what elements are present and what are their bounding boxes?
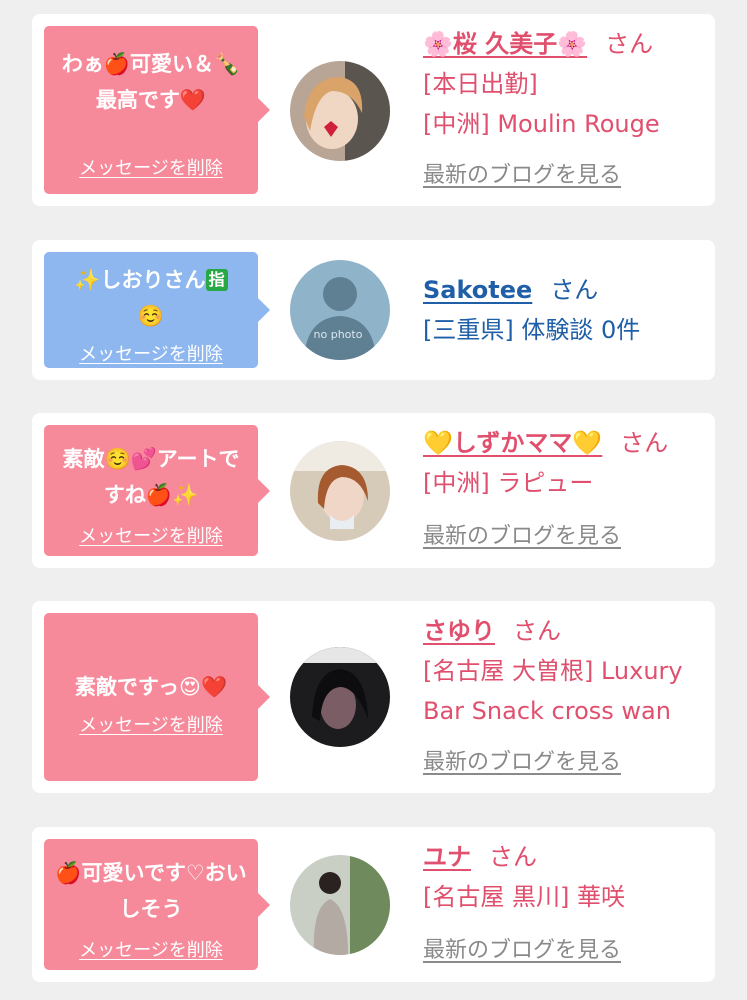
message-text: 🍎可愛いです♡おいしそう xyxy=(55,861,247,921)
shop-text: [中洲] Moulin Rouge xyxy=(423,110,660,138)
name-line: Sakotee さん xyxy=(423,270,707,310)
sender-info: 💛しずかママ💛 さん [中洲] ラピュー 最新のブログを見る xyxy=(423,423,707,557)
delete-message-link[interactable]: メッセージを削除 xyxy=(44,936,258,962)
avatar[interactable] xyxy=(290,441,390,541)
message-bubble: 🍎可愛いです♡おいしそう メッセージを削除 xyxy=(44,839,270,970)
shop-text: [中洲] ラピュー xyxy=(423,469,594,497)
honorific: さん xyxy=(513,617,561,645)
honorific: さん xyxy=(620,429,669,457)
review-count-text: [三重県] 体験談 0件 xyxy=(423,316,641,344)
message-card: 素敵ですっ😍❤️ メッセージを削除 さゆり さん [名古屋 大曽根] Luxury… xyxy=(32,601,715,793)
sender-name-link[interactable]: Sakotee xyxy=(423,276,532,304)
sender-info: Sakotee さん [三重県] 体験談 0件 xyxy=(423,270,707,350)
name-line: 🌸桜 久美子🌸 さん xyxy=(423,24,707,64)
message-card: 🍎可愛いです♡おいしそう メッセージを削除 ユナ さん [名古屋 黒川] 華咲 最… xyxy=(32,827,715,982)
message-card: わぁ🍎可愛い＆🍾最高です❤️ メッセージを削除 🌸桜 久美子🌸 さん [本日出勤]… xyxy=(32,14,715,206)
honorific: さん xyxy=(489,843,537,871)
message-bubble: 素敵ですっ😍❤️ メッセージを削除 xyxy=(44,613,270,781)
message-bubble: ✨しおりさん指 ☺️ メッセージを削除 xyxy=(44,252,270,368)
honorific: さん xyxy=(550,276,599,304)
shop-text: [名古屋 大曽根] Luxury Bar Snack cross wan xyxy=(423,657,683,725)
honorific: さん xyxy=(605,30,654,58)
message-text: 素敵ですっ😍❤️ xyxy=(74,675,228,699)
message-text: わぁ🍎可愛い＆🍾最高です❤️ xyxy=(61,52,241,112)
no-photo-label: no photo xyxy=(314,328,363,341)
latest-blog-link[interactable]: 最新のブログを見る xyxy=(423,938,621,963)
sender-name-link[interactable]: ユナ xyxy=(423,843,471,871)
message-card: ✨しおりさん指 ☺️ メッセージを削除 no photo Sakotee さん [… xyxy=(32,240,715,380)
avatar[interactable] xyxy=(290,61,390,161)
message-text: 素敵☺️💕アートですね🍎✨ xyxy=(62,447,240,507)
latest-blog-link[interactable]: 最新のブログを見る xyxy=(423,750,621,775)
avatar[interactable]: no photo xyxy=(290,260,390,360)
sender-info: 🌸桜 久美子🌸 さん [本日出勤] [中洲] Moulin Rouge 最新のブロ… xyxy=(423,24,707,196)
sender-info: さゆり さん [名古屋 大曽根] Luxury Bar Snack cross w… xyxy=(423,611,707,783)
delete-message-link[interactable]: メッセージを削除 xyxy=(44,340,258,366)
message-card: 素敵☺️💕アートですね🍎✨ メッセージを削除 💛しずかママ💛 さん [中洲] ラピ… xyxy=(32,413,715,568)
latest-blog-link[interactable]: 最新のブログを見る xyxy=(423,163,621,188)
avatar[interactable] xyxy=(290,855,390,955)
sender-info: ユナ さん [名古屋 黒川] 華咲 最新のブログを見る xyxy=(423,837,707,971)
delete-message-link[interactable]: メッセージを削除 xyxy=(44,154,258,180)
shimei-badge: 指 xyxy=(205,269,228,291)
status-text: [本日出勤] xyxy=(423,70,538,98)
latest-blog-link[interactable]: 最新のブログを見る xyxy=(423,524,621,549)
sender-name-link[interactable]: 💛しずかママ💛 xyxy=(423,429,602,457)
sender-name-link[interactable]: 🌸桜 久美子🌸 xyxy=(423,30,587,58)
delete-message-link[interactable]: メッセージを削除 xyxy=(44,711,258,737)
name-line: 💛しずかママ💛 さん xyxy=(423,423,707,463)
message-text: ✨しおりさん指 xyxy=(54,262,248,298)
message-bubble: 素敵☺️💕アートですね🍎✨ メッセージを削除 xyxy=(44,425,270,556)
sender-name-link[interactable]: さゆり xyxy=(423,617,495,645)
message-line-2: ☺️ xyxy=(137,304,165,328)
message-line-1: ✨しおりさん xyxy=(74,268,206,292)
avatar[interactable] xyxy=(290,647,390,747)
name-line: ユナ さん xyxy=(423,837,707,877)
delete-message-link[interactable]: メッセージを削除 xyxy=(44,522,258,548)
message-bubble: わぁ🍎可愛い＆🍾最高です❤️ メッセージを削除 xyxy=(44,26,270,194)
shop-text: [名古屋 黒川] 華咲 xyxy=(423,883,625,911)
name-line: さゆり さん xyxy=(423,611,707,651)
